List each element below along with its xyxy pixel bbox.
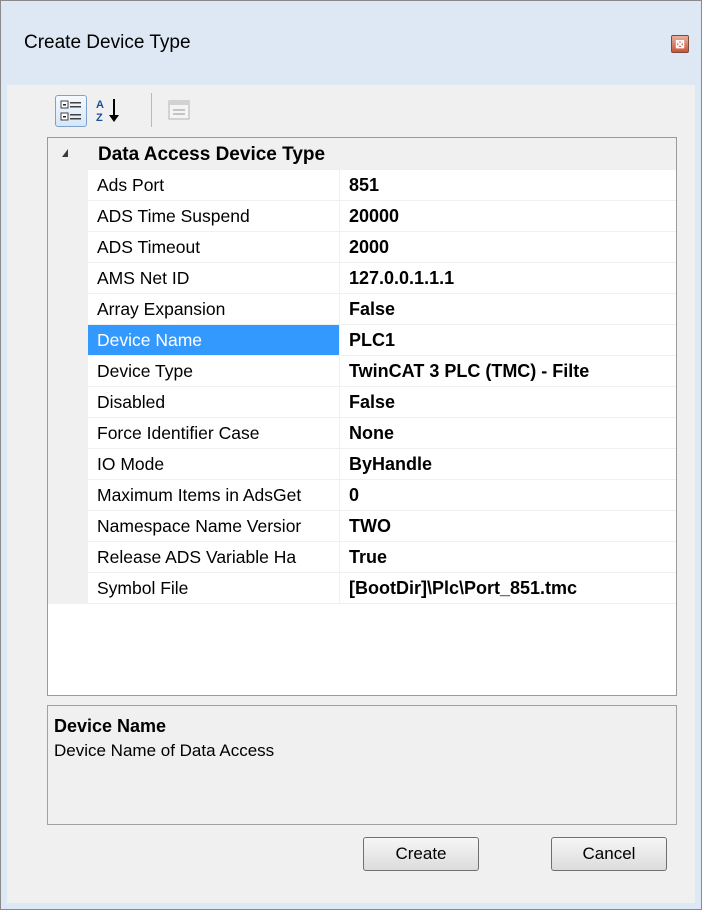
property-name[interactable]: Namespace Name Versior — [88, 511, 340, 541]
property-name[interactable]: Symbol File — [88, 573, 340, 603]
property-row[interactable]: IO Mode ByHandle — [88, 449, 676, 480]
property-row[interactable]: Maximum Items in AdsGet 0 — [88, 480, 676, 511]
property-row[interactable]: Force Identifier Case None — [88, 418, 676, 449]
property-name[interactable]: Maximum Items in AdsGet — [88, 480, 340, 510]
property-value[interactable]: False — [341, 294, 676, 324]
property-row[interactable]: ADS Timeout 2000 — [88, 232, 676, 263]
property-name[interactable]: ADS Timeout — [88, 232, 340, 262]
description-title: Device Name — [54, 716, 167, 736]
property-row[interactable]: ADS Time Suspend 20000 — [88, 201, 676, 232]
property-row[interactable]: AMS Net ID 127.0.0.1.1.1 — [88, 263, 676, 294]
property-pages-icon[interactable] — [165, 95, 195, 125]
property-value[interactable]: 0 — [341, 480, 676, 510]
category-label: Data Access Device Type — [98, 144, 326, 165]
property-row[interactable]: Device Type TwinCAT 3 PLC (TMC) - Filte — [88, 356, 676, 387]
property-value[interactable]: 2000 — [341, 232, 676, 262]
category-row[interactable]: Data Access Device Type — [48, 138, 676, 170]
property-value[interactable]: PLC1 — [341, 325, 676, 355]
property-value[interactable]: TWO — [341, 511, 676, 541]
property-value[interactable]: None — [341, 418, 676, 448]
grid-left-margin — [48, 170, 88, 604]
property-grid[interactable]: Data Access Device Type Ads Port 851 ADS T… — [47, 137, 677, 696]
property-name[interactable]: Device Name — [88, 325, 340, 355]
property-name[interactable]: IO Mode — [88, 449, 340, 479]
svg-text:A: A — [96, 99, 104, 111]
property-value[interactable]: [BootDir]\Plc\Port_851.tmc — [341, 573, 676, 603]
property-value[interactable]: ByHandle — [341, 449, 676, 479]
dialog-window: Create Device Type ⊠ A Z Data Access Dev… — [0, 0, 702, 910]
description-panel: Device Name Device Name of Data Access — [47, 705, 677, 825]
property-row[interactable]: Disabled False — [88, 387, 676, 418]
property-row[interactable]: Namespace Name Versior TWO — [88, 511, 676, 542]
property-name[interactable]: Force Identifier Case — [88, 418, 340, 448]
sort-alphabetical-icon[interactable]: A Z — [93, 95, 123, 125]
property-value[interactable]: True — [341, 542, 676, 572]
property-value[interactable]: False — [341, 387, 676, 417]
property-value[interactable]: 851 — [341, 170, 676, 200]
toolbar-separator — [151, 93, 152, 127]
property-name[interactable]: Disabled — [88, 387, 340, 417]
property-value[interactable]: 127.0.0.1.1.1 — [341, 263, 676, 293]
property-row[interactable]: Device Name PLC1 — [88, 325, 676, 356]
property-name[interactable]: ADS Time Suspend — [88, 201, 340, 231]
property-name[interactable]: Device Type — [88, 356, 340, 386]
property-row[interactable]: Ads Port 851 — [88, 170, 676, 201]
property-grid-toolbar: A Z — [47, 89, 647, 129]
property-row[interactable]: Release ADS Variable Ha True — [88, 542, 676, 573]
description-text: Device Name of Data Access — [54, 741, 275, 760]
property-row[interactable]: Symbol File [BootDir]\Plc\Port_851.tmc — [88, 573, 676, 604]
svg-text:Z: Z — [96, 112, 103, 124]
property-name[interactable]: Array Expansion — [88, 294, 340, 324]
property-name[interactable]: Ads Port — [88, 170, 340, 200]
property-name[interactable]: AMS Net ID — [88, 263, 340, 293]
close-icon[interactable]: ⊠ — [671, 35, 689, 53]
title-bar[interactable]: Create Device Type ⊠ — [1, 1, 701, 83]
create-button[interactable]: Create — [363, 837, 479, 871]
property-name[interactable]: Release ADS Variable Ha — [88, 542, 340, 572]
property-row[interactable]: Array Expansion False — [88, 294, 676, 325]
property-value[interactable]: 20000 — [341, 201, 676, 231]
categorized-view-icon[interactable] — [55, 95, 87, 127]
cancel-button[interactable]: Cancel — [551, 837, 667, 871]
property-value[interactable]: TwinCAT 3 PLC (TMC) - Filte — [341, 356, 676, 386]
collapse-arrow-icon[interactable] — [62, 149, 68, 157]
window-title: Create Device Type — [24, 32, 191, 53]
dialog-client-area: A Z Data Access Device Type Ads Port 851… — [7, 85, 695, 903]
